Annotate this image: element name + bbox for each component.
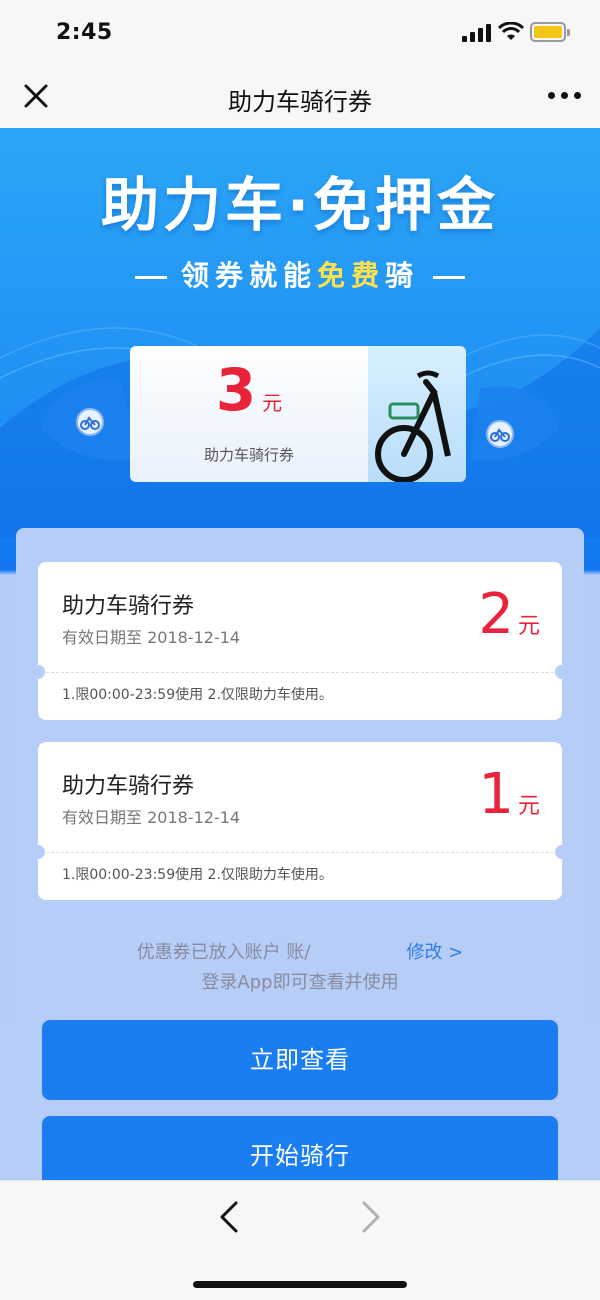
account-line: 优惠券已放入账户 账/修改 >: [16, 938, 584, 964]
start-ride-button[interactable]: 开始骑行: [42, 1116, 558, 1180]
coupon-expiry: 有效日期至 2018-12-14: [62, 808, 241, 827]
main-content: 助力车·免押金 领券就能免费骑 3元 助力车骑行券 助力车骑行券 有效日期至 2…: [0, 128, 600, 1180]
coupon-unit: 元: [517, 614, 540, 639]
nav-bar: 助力车骑行券: [0, 62, 600, 128]
coupon-rules: 1.限00:00-23:59使用 2.仅限助力车使用。: [62, 687, 333, 703]
hero-subtitle-part2: 骑: [385, 259, 420, 292]
status-bar: 2:45: [0, 0, 600, 62]
hero-ticket-art: [368, 346, 466, 482]
browser-toolbar: [0, 1180, 600, 1300]
coupon-card[interactable]: 助力车骑行券 有效日期至 2018-12-14 2元 1.限00:00-23:5…: [31, 562, 569, 720]
back-icon[interactable]: [214, 1199, 244, 1235]
coupon-amount: 1元: [478, 762, 540, 827]
hero-ticket-unit: 元: [262, 391, 283, 415]
home-indicator[interactable]: [193, 1281, 407, 1288]
login-hint: 登录App即可查看并使用: [201, 972, 399, 993]
account-text: 优惠券已放入账户 账/: [136, 942, 311, 963]
bicycle-icon: [375, 370, 451, 482]
battery-icon: [530, 22, 570, 42]
more-icon[interactable]: [546, 92, 582, 102]
bike-logo-icon: [486, 420, 514, 448]
view-now-button[interactable]: 立即查看: [42, 1020, 558, 1100]
hero-ticket-amount: 3元: [215, 356, 283, 424]
coupon-rules: 1.限00:00-23:59使用 2.仅限助力车使用。: [62, 867, 333, 883]
coupon-name: 助力车骑行券: [62, 774, 195, 799]
hero-ticket-stub: 3元 助力车骑行券: [130, 346, 368, 482]
coupon-divider: [46, 672, 554, 673]
coupon-card[interactable]: 助力车骑行券 有效日期至 2018-12-14 1元 1.限00:00-23:5…: [31, 742, 569, 900]
hero-ticket: 3元 助力车骑行券: [130, 346, 466, 482]
hero-title: 助力车·免押金: [100, 171, 500, 239]
hero-subtitle-highlight: 免费: [316, 259, 385, 292]
coupon-name: 助力车骑行券: [62, 594, 195, 619]
page-title: 助力车骑行券: [228, 88, 372, 116]
coupon-expiry: 有效日期至 2018-12-14: [62, 628, 241, 647]
signal-icon: [462, 24, 492, 42]
bike-logo-icon: [76, 408, 104, 436]
edit-account-link[interactable]: 修改 >: [406, 942, 463, 963]
forward-icon[interactable]: [356, 1199, 386, 1235]
coupon-panel: 助力车骑行券 有效日期至 2018-12-14 2元 1.限00:00-23:5…: [16, 528, 584, 1180]
hero-subtitle: 领券就能免费骑: [0, 254, 600, 294]
hero-ticket-label: 助力车骑行券: [203, 446, 294, 464]
coupon-amount: 2元: [478, 582, 540, 647]
coupon-unit: 元: [517, 794, 540, 819]
status-time: 2:45: [56, 20, 113, 45]
hero-subtitle-part1: 领券就能: [180, 259, 317, 292]
coupon-divider: [46, 852, 554, 853]
wifi-icon: [498, 22, 524, 40]
